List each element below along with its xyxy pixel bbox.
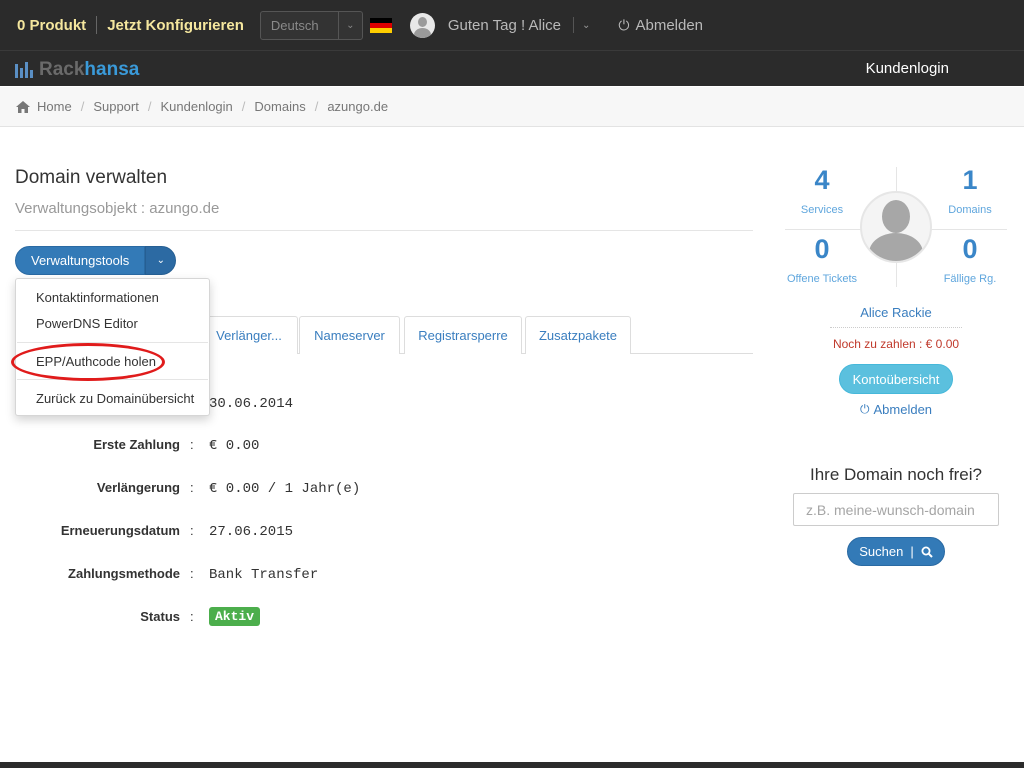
power-icon: ⏻ (618, 16, 630, 33)
menu-divider (17, 342, 208, 343)
domain-search-heading: Ihre Domain noch frei? (810, 465, 982, 484)
detail-label: Erste Zahlung (93, 437, 180, 452)
home-icon (16, 100, 30, 113)
page-title: Domain verwalten (15, 167, 168, 188)
menu-item-contact-info[interactable]: Kontaktinformationen (36, 290, 159, 305)
tab-nameserver[interactable]: Nameserver (299, 316, 400, 354)
menu-item-back-to-domains[interactable]: Zurück zu Domainübersicht (36, 391, 194, 406)
detail-colon: : (190, 609, 194, 624)
stat-invoices-count[interactable]: 0 (930, 234, 1010, 265)
status-badge: Aktiv (209, 607, 261, 626)
tools-dropdown-toggle[interactable]: ⌄ (145, 246, 177, 275)
configure-link[interactable]: Jetzt Konfigurieren (107, 17, 244, 34)
footer-bar (0, 762, 1024, 768)
logo-text-part1: Rack (39, 59, 85, 80)
tab-registrarsperre[interactable]: Registrarsperre (404, 316, 522, 354)
user-avatar-icon[interactable] (409, 12, 435, 38)
search-button-label: Suchen (859, 544, 904, 559)
cart-link[interactable]: 0 Produkt (17, 17, 86, 34)
detail-value: € 0.00 / 1 Jahr(e) (209, 481, 361, 497)
detail-colon: : (190, 523, 194, 538)
breadcrumb-separator: / (80, 99, 85, 114)
sidebar-logout-link[interactable]: ⏻ Abmelden (860, 402, 932, 417)
tools-dropdown-menu: Kontaktinformationen PowerDNS Editor EPP… (15, 278, 210, 416)
domain-search-button[interactable]: Suchen | (847, 537, 945, 566)
breadcrumb-current: azungo.de (327, 99, 389, 114)
detail-label: Status (140, 609, 180, 624)
detail-value: 27.06.2015 (209, 524, 294, 540)
menu-item-powerdns-editor[interactable]: PowerDNS Editor (36, 316, 138, 331)
chevron-down-icon: ⌄ (156, 255, 165, 266)
topbar-divider (96, 16, 98, 34)
stat-domains-count[interactable]: 1 (930, 165, 1010, 196)
tools-button[interactable]: Verwaltungstools (15, 246, 146, 275)
greeting-link[interactable]: Guten Tag ! Alice (448, 17, 561, 34)
logout-label: Abmelden (873, 402, 933, 417)
stat-services-count[interactable]: 4 (782, 165, 862, 196)
detail-label: Zahlungsmethode (68, 566, 180, 581)
tab-verlaengerung[interactable]: Verlänger... (200, 316, 298, 354)
tab-zusatzpakete[interactable]: Zusatzpakete (525, 316, 631, 354)
detail-first-value: 30.06.2014 (209, 396, 294, 412)
top-bar: 0 Produkt Jetzt Konfigurieren Deutsch ⌄ … (0, 0, 1024, 50)
divider (830, 327, 962, 328)
logo-bars-icon (15, 62, 33, 78)
button-separator: | (910, 544, 914, 559)
page-subtitle: Verwaltungsobjekt : azungo.de (15, 200, 220, 217)
flag-de-icon (369, 17, 392, 33)
brand-logo[interactable]: Rack hansa (15, 59, 139, 81)
nav-kundenlogin[interactable]: Kundenlogin (866, 60, 949, 77)
stat-tickets-label[interactable]: Offene Tickets (772, 273, 872, 285)
chevron-down-icon[interactable]: ⌄ (573, 17, 590, 33)
detail-colon: : (190, 437, 194, 452)
language-select[interactable]: Deutsch ⌄ (259, 10, 363, 40)
logout-link[interactable]: ⏻ Abmelden (618, 17, 703, 34)
detail-colon: : (190, 480, 194, 495)
stat-domains-label[interactable]: Domains (920, 204, 1020, 216)
main-navbar: Rack hansa Kundenlogin (0, 50, 1024, 86)
logo-text-part2: hansa (84, 59, 140, 80)
breadcrumb-kundenlogin[interactable]: Kundenlogin (160, 99, 232, 114)
breadcrumb: Home / Support / Kundenlogin / Domains /… (0, 87, 1024, 127)
detail-value: Bank Transfer (209, 567, 319, 583)
stat-invoices-label[interactable]: Fällige Rg. (920, 273, 1020, 285)
breadcrumb-support[interactable]: Support (93, 99, 139, 114)
detail-label: Verlängerung (96, 480, 180, 495)
search-icon (921, 546, 933, 558)
menu-divider (17, 379, 208, 380)
stat-services-label[interactable]: Services (772, 204, 872, 216)
user-avatar-icon (860, 191, 932, 263)
detail-colon: : (190, 566, 194, 581)
menu-item-epp-authcode[interactable]: EPP/Authcode holen (36, 354, 156, 369)
breadcrumb-home[interactable]: Home (37, 99, 72, 114)
amount-owed: Noch zu zahlen : € 0.00 (832, 337, 960, 351)
power-icon: ⏻ (860, 402, 870, 416)
breadcrumb-separator: / (314, 99, 319, 114)
breadcrumb-separator: / (147, 99, 152, 114)
breadcrumb-domains[interactable]: Domains (254, 99, 305, 114)
tools-button-group: Verwaltungstools ⌄ (15, 246, 177, 275)
stat-tickets-count[interactable]: 0 (782, 234, 862, 265)
account-overview-button[interactable]: Kontoübersicht (839, 364, 953, 394)
detail-value: € 0.00 (209, 438, 260, 454)
language-value: Deutsch (270, 17, 319, 33)
divider (15, 230, 753, 231)
detail-label: Erneuerungsdatum (60, 523, 180, 538)
user-name-link[interactable]: Alice Rackie (830, 305, 962, 320)
chevron-down-icon: ⌄ (337, 11, 362, 39)
logout-label: Abmelden (635, 16, 704, 34)
breadcrumb-separator: / (241, 99, 246, 114)
domain-search-input[interactable] (793, 493, 999, 526)
